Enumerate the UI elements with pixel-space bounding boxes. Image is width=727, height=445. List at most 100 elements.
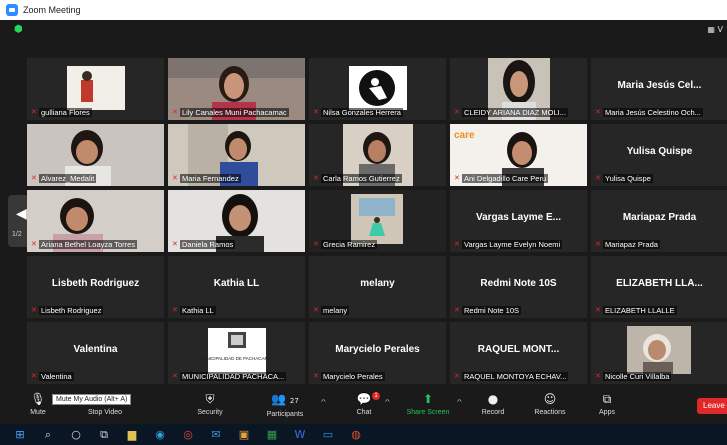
participant-tile[interactable]: ✕ Ariana Bethel Loayza Torres — [27, 190, 164, 252]
share-screen-button[interactable]: ⬆ Share Screen — [400, 392, 456, 416]
participant-tile[interactable]: ✕ gulliana Flores — [27, 58, 164, 120]
participant-display-name: Vargas Layme E... — [475, 212, 562, 223]
participant-name: Maria Fernandez — [180, 174, 241, 183]
chat-unread-badge: 1 — [372, 392, 380, 400]
word-icon[interactable]: W — [290, 424, 310, 445]
task-view-icon[interactable]: ⧉ — [94, 424, 114, 445]
participant-display-name: Redmi Note 10S — [480, 278, 557, 289]
participant-name: ELIZABETH LLALLE — [603, 306, 677, 315]
muted-mic-icon: ✕ — [313, 241, 319, 248]
participants-icon: 👥 27 — [271, 392, 299, 406]
participant-tile[interactable]: ELIZABETH LLA... ✕ ELIZABETH LLALLE — [591, 256, 727, 318]
participant-name: Valentina — [39, 372, 74, 381]
share-options-caret[interactable]: ^ — [456, 398, 463, 407]
participant-name: RAQUEL MONTOYA ECHAV... — [462, 372, 569, 381]
participant-tile[interactable]: melany ✕ melany — [309, 256, 446, 318]
participant-tile[interactable]: RAQUEL MONT... ✕ RAQUEL MONTOYA ECHAV... — [450, 322, 587, 384]
muted-mic-icon: ✕ — [454, 307, 460, 314]
participant-name: Daniela Ramos — [180, 240, 236, 249]
muted-mic-icon: ✕ — [595, 373, 601, 380]
mute-button[interactable]: 🎙 Mute — [26, 392, 50, 416]
file-explorer-icon[interactable]: ▆ — [122, 424, 142, 445]
record-button[interactable]: ● Record — [476, 392, 510, 416]
reactions-button[interactable]: ☺ Reactions — [530, 392, 570, 416]
excel-icon[interactable]: ▦ — [262, 424, 282, 445]
municipality-logo-text: MUNICIPALIDAD DE PACHACAMAC — [199, 356, 275, 361]
muted-mic-icon: ✕ — [313, 109, 319, 116]
participant-tile[interactable]: ✕ Nicolle Curi Villalba — [591, 322, 727, 384]
muted-mic-icon: ✕ — [172, 307, 178, 314]
participant-name: MUNICIPALIDAD PACHACA... — [180, 372, 287, 381]
participant-name: Nilsa Gonzales Herrera — [321, 108, 403, 117]
leave-button[interactable]: Leave — [697, 398, 727, 414]
windows-start-icon[interactable]: ⊞ — [10, 424, 30, 445]
participant-tile[interactable]: Valentina ✕ Valentina — [27, 322, 164, 384]
participant-name: Yulisa Quispe — [603, 174, 653, 183]
participants-count: 27 — [289, 397, 299, 405]
participants-options-caret[interactable]: ^ — [320, 398, 327, 407]
muted-mic-icon: ✕ — [454, 109, 460, 116]
muted-mic-icon: ✕ — [31, 175, 37, 182]
page-indicator: 1/2 — [12, 231, 22, 238]
participant-tile[interactable]: care ✕ Ani Delgadillo Care Peru — [450, 124, 587, 186]
participant-tile[interactable]: ✕ Carla Ramos Gutierrez — [309, 124, 446, 186]
zoom-taskbar-icon[interactable]: ▭ — [318, 424, 338, 445]
search-icon[interactable]: ⌕ — [38, 424, 58, 445]
participant-tile-active-speaker[interactable]: ✕ Grecia Ramirez — [309, 190, 446, 252]
microphone-icon: 🎙 — [30, 392, 46, 406]
record-icon: ● — [487, 392, 499, 406]
participant-tile[interactable]: Vargas Layme E... ✕ Vargas Layme Evelyn … — [450, 190, 587, 252]
participant-name: Redmi Note 10S — [462, 306, 522, 315]
participants-button[interactable]: 👥 27 Participants — [258, 392, 312, 418]
encryption-shield-icon[interactable]: ⬢ — [14, 25, 24, 35]
reactions-smiley-icon: ☺ — [543, 392, 557, 406]
meeting-top-bar — [0, 20, 727, 42]
participant-display-name: Maria Jesús Cel... — [617, 80, 702, 91]
security-shield-icon: ⛨ — [205, 392, 215, 406]
participant-display-name: Valentina — [73, 344, 118, 355]
participant-tile[interactable]: Mariapaz Prada ✕ Mariapaz Prada — [591, 190, 727, 252]
participant-tile[interactable]: Maria Jesús Cel... ✕ Maria Jesús Celesti… — [591, 58, 727, 120]
windows-taskbar: ⊞ ⌕ ○ ⧉ ▆ ◉ ◎ ✉ ▣ ▦ W ▭ ◍ — [0, 424, 727, 445]
participant-tile[interactable]: MUNICIPALIDAD DE PACHACAMAC ✕ MUNICIPALI… — [168, 322, 305, 384]
apps-button[interactable]: ⧉ Apps — [594, 392, 620, 416]
security-button[interactable]: ⛨ Security — [190, 392, 230, 416]
participant-name: Ariana Bethel Loayza Torres — [39, 240, 138, 249]
apps-icon: ⧉ — [602, 392, 612, 406]
participant-name: Maria Jesús Celestino Och... — [603, 108, 703, 117]
mail-icon[interactable]: ✉ — [206, 424, 226, 445]
edge-browser-icon[interactable]: ◉ — [150, 424, 170, 445]
chrome-taskbar-icon[interactable]: ◍ — [346, 424, 366, 445]
muted-mic-icon: ✕ — [595, 307, 601, 314]
participant-tile[interactable]: ✕ Maria Fernandez — [168, 124, 305, 186]
photos-icon[interactable]: ▣ — [234, 424, 254, 445]
participant-display-name: ELIZABETH LLA... — [616, 278, 703, 289]
participant-name: Mariapaz Prada — [603, 240, 660, 249]
participant-tile[interactable]: Kathia LL ✕ Kathia LL — [168, 256, 305, 318]
participant-tile[interactable]: Redmi Note 10S ✕ Redmi Note 10S — [450, 256, 587, 318]
participant-name: Carla Ramos Gutierrez — [321, 174, 402, 183]
muted-mic-icon: ✕ — [454, 241, 460, 248]
muted-mic-icon: ✕ — [595, 109, 601, 116]
participant-tile[interactable]: ✕ Alvarez_Medalit — [27, 124, 164, 186]
participant-tile[interactable]: Marycielo Perales ✕ Marycielo Perales — [309, 322, 446, 384]
share-screen-icon: ⬆ — [422, 392, 434, 406]
participant-tile[interactable]: ✕ CLEIDY ARIANA DIAZ MOLI... — [450, 58, 587, 120]
chat-options-caret[interactable]: ^ — [384, 398, 391, 407]
participant-display-name: Mariapaz Prada — [622, 212, 697, 223]
window-title: Zoom Meeting — [23, 5, 81, 15]
participant-tile[interactable]: ✕ Lily Canales Muni Pachacamac — [168, 58, 305, 120]
muted-mic-icon: ✕ — [31, 307, 37, 314]
muted-mic-icon: ✕ — [172, 241, 178, 248]
muted-mic-icon: ✕ — [595, 241, 601, 248]
chrome-browser-icon[interactable]: ◎ — [178, 424, 198, 445]
participant-name: Lily Canales Muni Pachacamac — [180, 108, 289, 117]
participant-tile[interactable]: ✕ Nilsa Gonzales Herrera — [309, 58, 446, 120]
cortana-circle-icon[interactable]: ○ — [66, 424, 86, 445]
muted-mic-icon: ✕ — [172, 175, 178, 182]
participant-tile[interactable]: ✕ Daniela Ramos — [168, 190, 305, 252]
participant-display-name: melany — [360, 278, 395, 289]
participant-tile[interactable]: Lisbeth Rodriguez ✕ Lisbeth Rodriguez — [27, 256, 164, 318]
participant-tile[interactable]: Yulisa Quispe ✕ Yulisa Quispe — [591, 124, 727, 186]
view-button[interactable]: ▦ V — [707, 25, 723, 34]
